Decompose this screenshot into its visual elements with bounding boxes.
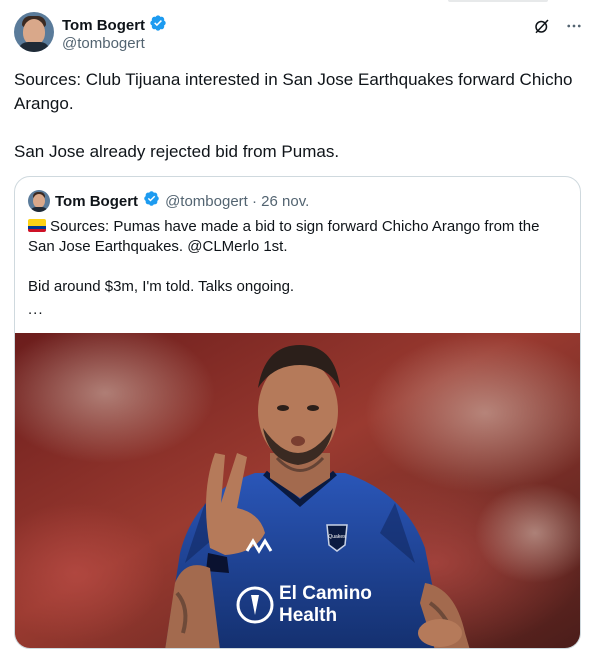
name-line: Tom Bogert [62,14,167,37]
quoted-tweet-card[interactable]: Tom Bogert @tombogert · 26 nov. Sources:… [14,176,581,649]
avatar[interactable] [14,12,54,52]
tweet-text-paragraph-1: Sources: Club Tijuana interested in San … [14,70,573,113]
quoted-avatar[interactable] [28,190,50,212]
quoted-tweet-photo[interactable]: Quakes El Camino Health [15,333,580,648]
tweet-text: Sources: Club Tijuana interested in San … [14,68,574,164]
tweet-actions [532,16,584,36]
tweet-header: Tom Bogert @tombogert [14,12,584,56]
quoted-tweet-text: Sources: Pumas have made a bid to sign f… [28,217,568,297]
quoted-author-name[interactable]: Tom Bogert [55,193,138,210]
colombia-flag-icon [28,219,46,232]
quoted-text-1: Sources: Pumas have made a bid to sign f… [28,218,540,255]
quoted-text-paragraph-2: Bid around $3m, I'm told. Talks ongoing. [28,278,295,295]
verified-badge-icon [143,190,160,212]
quoted-text-ellipsis: ... [28,301,44,318]
quoted-text-paragraph-1: Sources: Pumas have made a bid to sign f… [28,217,568,257]
quoted-tweet-header: Tom Bogert @tombogert · 26 nov. [28,189,309,213]
jersey-sponsor-line-2: Health [279,605,337,626]
author-display-name[interactable]: Tom Bogert [62,17,145,34]
tweet: Tom Bogert @tombogert Sources: Club Tiju… [0,0,596,655]
author-handle[interactable]: @tombogert [62,35,145,52]
slashed-circle-icon[interactable] [532,16,552,36]
verified-badge-icon [149,14,167,37]
jersey-badge-text: Quakes [328,534,346,540]
jersey-sponsor-line-1: El Camino [279,583,372,604]
tweet-text-paragraph-2: San Jose already rejected bid from Pumas… [14,142,340,161]
more-horizontal-icon[interactable] [564,16,584,36]
quoted-handle-date[interactable]: @tombogert · 26 nov. [165,193,309,210]
